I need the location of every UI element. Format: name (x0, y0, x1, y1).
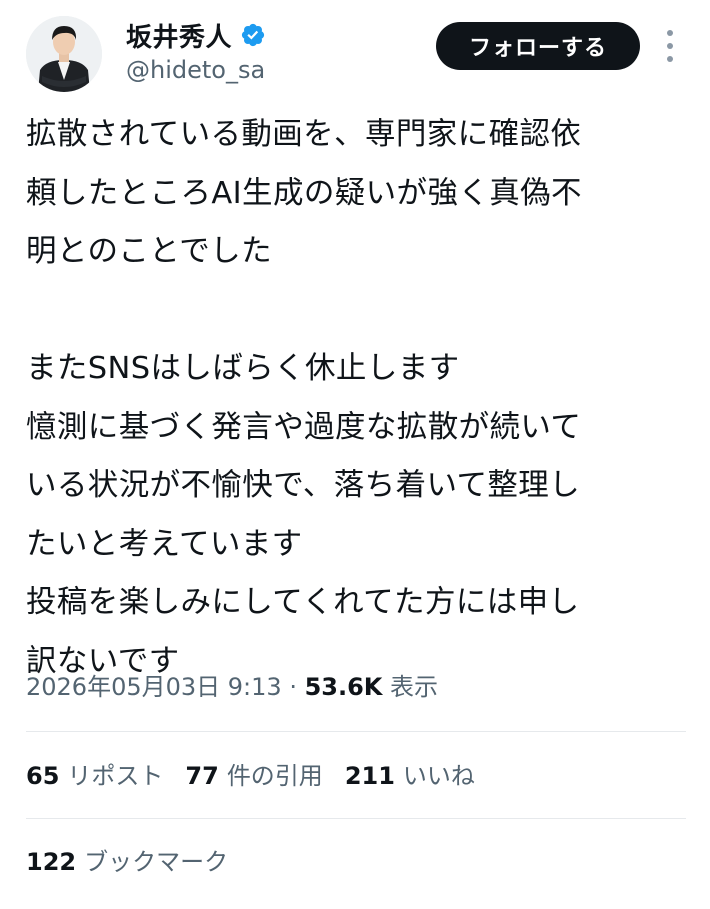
likes-count: 211 (344, 762, 395, 790)
display-name[interactable]: 坂井秀人 (126, 17, 232, 54)
display-name-row: 坂井秀人 (126, 17, 266, 54)
tweet-detail: 坂井秀人 @hideto_sa フォローする 拡散されている動画を、専門家に確認… (0, 0, 710, 909)
more-dot (667, 56, 673, 62)
likes-label: いいね (402, 762, 475, 790)
bookmarks-label: ブックマーク (84, 848, 229, 876)
tweet-text-line: またSNSはしばらく休止します (26, 351, 460, 386)
tweet-text-line: 憶測に基づく発言や過度な拡散が続いて (26, 409, 582, 445)
tweet-text: 拡散されている動画を、専門家に確認依 頼したところAI生成の疑いが強く真偽不 明… (26, 106, 686, 691)
tweet-text-line: 投稿を楽しみにしてくれてた方には申し (26, 585, 580, 620)
author-names: 坂井秀人 @hideto_sa (126, 17, 266, 85)
more-dot (667, 43, 673, 49)
more-dot (667, 30, 673, 36)
reposts-count: 65 (26, 762, 60, 790)
quotes-label: 件の引用 (226, 762, 323, 790)
tweet-text-line: 拡散されている動画を、専門家に確認依 (26, 117, 582, 152)
engagement-stats: 65 リポスト 77 件の引用 211 いいね (26, 752, 475, 800)
person-avatar-icon[interactable] (26, 16, 102, 92)
tweet-text-line: たいと考えています (26, 526, 303, 562)
bookmarks-count: 122 (26, 848, 77, 876)
views-label: 表示 (390, 673, 439, 701)
tweet-text-line: いる状況が不愉快で、落ち着いて整理し (26, 468, 581, 503)
tweet-header: 坂井秀人 @hideto_sa フォローする (26, 14, 686, 94)
views-count: 53.6K (304, 673, 383, 701)
author-handle[interactable]: @hideto_sa (126, 56, 266, 84)
likes-stat[interactable]: 211 いいね (345, 762, 475, 790)
divider (26, 818, 686, 819)
quotes-stat[interactable]: 77 件の引用 (185, 762, 322, 790)
follow-button[interactable]: フォローする (436, 22, 640, 70)
bookmarks-stat[interactable]: 122 ブックマーク (26, 848, 228, 876)
quotes-count: 77 (185, 762, 219, 790)
tweet-meta: 2026年05月03日 9:13 · 53.6K 表示 (26, 664, 438, 710)
bookmark-stats: 122 ブックマーク (26, 838, 228, 886)
verified-badge-icon[interactable] (240, 22, 266, 48)
reposts-stat[interactable]: 65 リポスト (26, 762, 163, 790)
tweet-text-line: 頼したところAI生成の疑いが強く真偽不 (26, 175, 582, 211)
divider (26, 731, 686, 732)
reposts-label: リポスト (67, 762, 164, 790)
tweet-timestamp[interactable]: 2026年05月03日 9:13 (26, 673, 282, 701)
more-vertical-icon[interactable] (660, 28, 680, 64)
meta-separator: · (281, 673, 305, 701)
tweet-text-line: 明とのことでした (26, 234, 272, 269)
